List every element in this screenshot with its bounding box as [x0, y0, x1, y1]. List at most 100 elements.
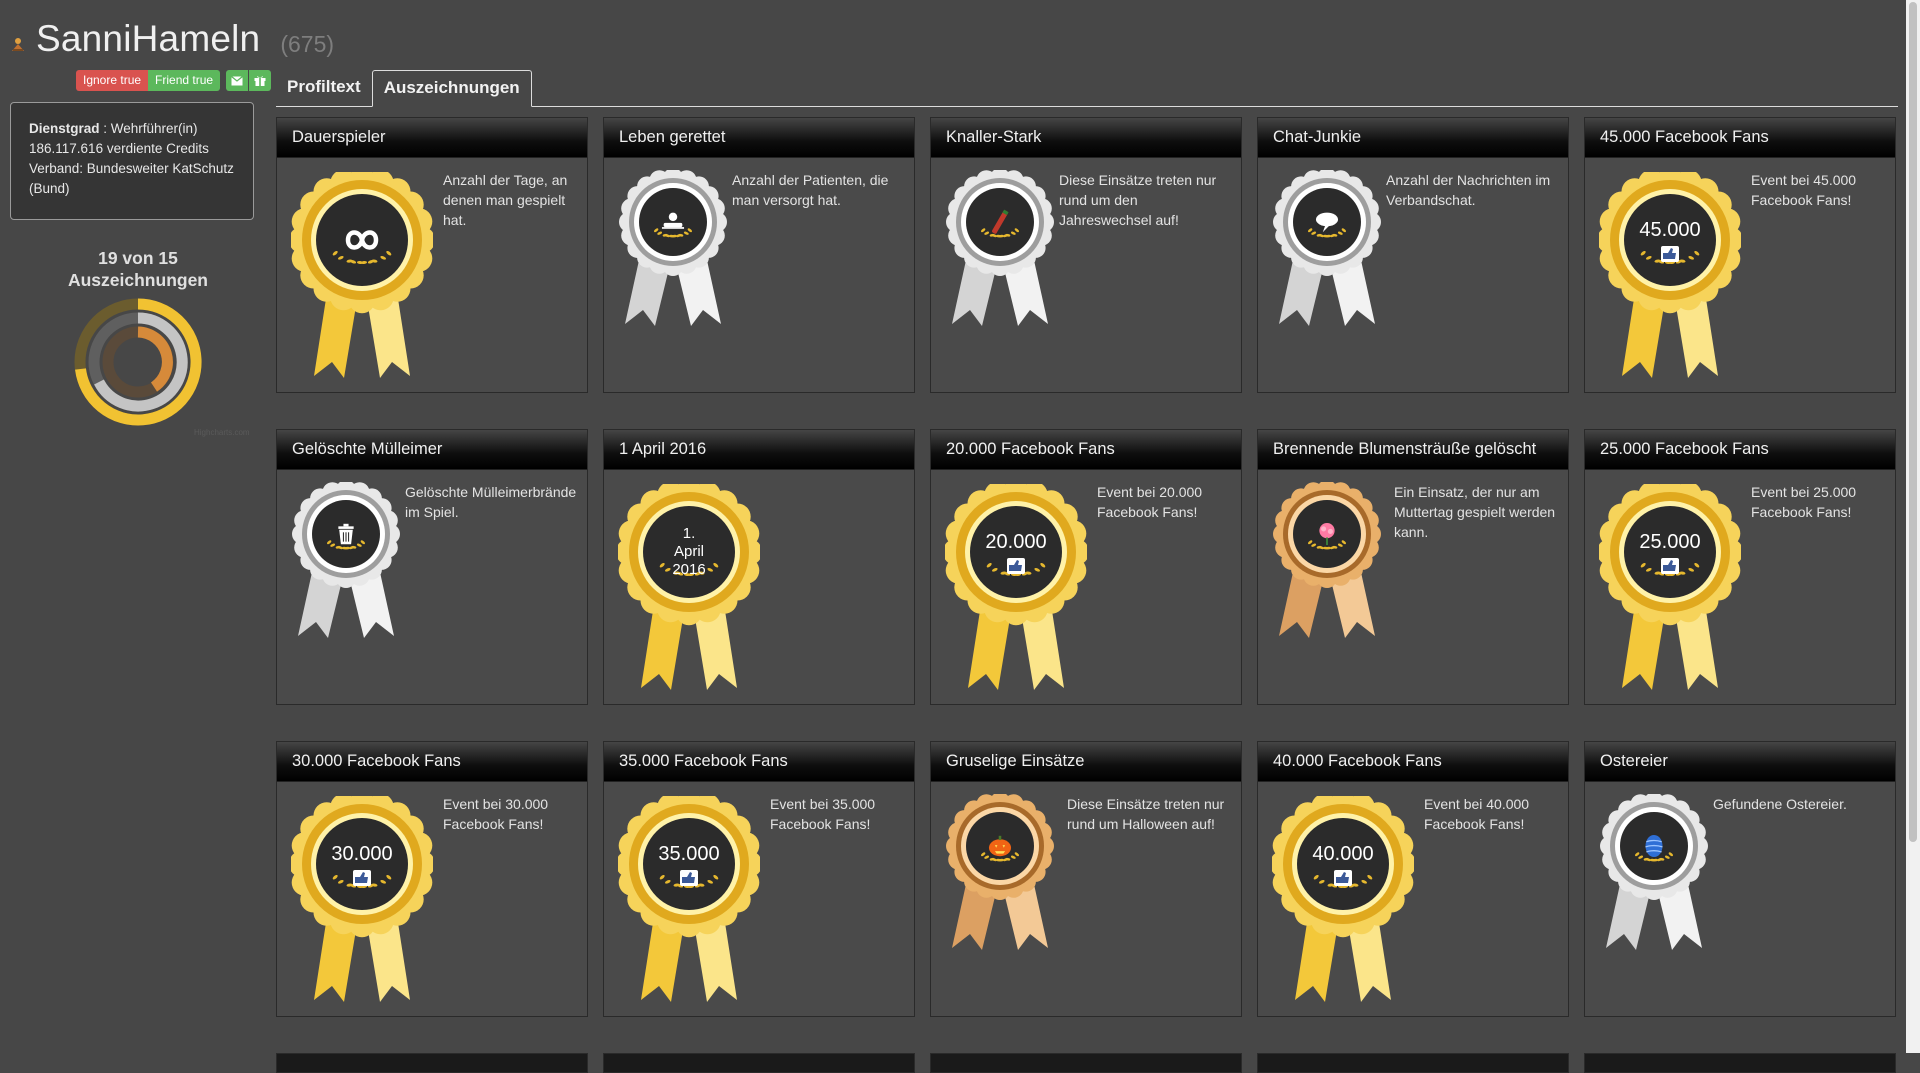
- award-description: Event bei 40.000 Facebook Fans!: [1424, 796, 1530, 832]
- award-medal-trash-icon: [291, 480, 401, 647]
- svg-text:2016: 2016: [672, 561, 705, 578]
- award-medal-thumbs-up-icon: 40.000: [1269, 790, 1417, 1011]
- svg-text:40.000: 40.000: [1312, 843, 1373, 865]
- credits-line: 186.117.616 verdiente Credits: [29, 141, 209, 156]
- award-title: Dauerspieler: [277, 118, 587, 158]
- award-medal-pumpkin-icon: [945, 792, 1055, 959]
- friend-button[interactable]: Friend true: [148, 70, 221, 91]
- award-description: Diese Einsätze treten nur rund um den Ja…: [1059, 172, 1217, 228]
- svg-text:45.000: 45.000: [1639, 219, 1700, 241]
- award-card: 40.000 Facebook Fans 40.000 Event bei 40…: [1257, 741, 1569, 1017]
- profile-header: SanniHameln (675): [10, 14, 334, 64]
- award-card: Gelöschte Mülleimer Gelöschte Mülleimerb…: [276, 429, 588, 705]
- award-card-stub: [1584, 1053, 1896, 1073]
- awards-summary-count: 19 von 15: [98, 248, 178, 268]
- profile-username: SanniHameln: [36, 18, 261, 59]
- award-card: 45.000 Facebook Fans 45.000 Event bei 45…: [1584, 117, 1896, 393]
- ignore-button[interactable]: Ignore true: [76, 70, 149, 91]
- award-card-stub: [276, 1053, 588, 1073]
- award-title: 40.000 Facebook Fans: [1258, 742, 1568, 782]
- award-card: Leben gerettet Anzahl der Patienten, die…: [603, 117, 915, 393]
- awards-donut-chart: [74, 298, 202, 426]
- award-description: Event bei 35.000 Facebook Fans!: [770, 796, 876, 832]
- award-description: Event bei 45.000 Facebook Fans!: [1751, 172, 1857, 208]
- award-medal-thumbs-up-icon: 30.000: [288, 790, 436, 1011]
- award-description: Event bei 30.000 Facebook Fans!: [443, 796, 549, 832]
- profile-tabs: Profiltext Auszeichnungen: [276, 70, 1898, 107]
- award-title: Gelöschte Mülleimer: [277, 430, 587, 470]
- user-rank-icon: [12, 38, 24, 51]
- award-title: Leben gerettet: [604, 118, 914, 158]
- award-card: Brennende Blumensträuße gelöscht Ein Ein…: [1257, 429, 1569, 705]
- rank-label: Dienstgrad: [29, 121, 100, 136]
- award-card-stub: [1257, 1053, 1569, 1073]
- award-description: Anzahl der Patienten, die man versorgt h…: [732, 172, 889, 208]
- award-description: Diese Einsätze treten nur rund um Hallow…: [1067, 796, 1225, 832]
- award-card-stub: [603, 1053, 915, 1073]
- page-scrollbar[interactable]: [1906, 0, 1920, 1053]
- award-medal-easter-egg-icon: [1599, 792, 1709, 959]
- award-title: 35.000 Facebook Fans: [604, 742, 914, 782]
- profile-info-box: Dienstgrad : Wehrführer(in) 186.117.616 …: [10, 102, 254, 220]
- award-card: 20.000 Facebook Fans 20.000 Event bei 20…: [930, 429, 1242, 705]
- award-medal-calendar-icon: 1. April 2016: [615, 478, 763, 699]
- award-title: 45.000 Facebook Fans: [1585, 118, 1895, 158]
- scrollbar-thumb[interactable]: [1909, 2, 1917, 842]
- svg-text:1.: 1.: [683, 525, 696, 542]
- awards-summary-label: Auszeichnungen: [67, 270, 208, 290]
- award-medal-infinity-icon: [288, 166, 436, 387]
- svg-text:April: April: [674, 543, 704, 560]
- envelope-icon: [231, 75, 243, 86]
- award-medal-thumbs-up-icon: 45.000: [1596, 166, 1744, 387]
- award-card-stub: [930, 1053, 1242, 1073]
- award-medal-flower-icon: [1272, 480, 1382, 647]
- award-medal-speech-bubble-icon: [1272, 168, 1382, 335]
- chart-credit: Highcharts.com: [194, 428, 250, 437]
- award-medal-patient-icon: [618, 168, 728, 335]
- awards-summary-title: 19 von 15 Auszeichnungen: [40, 247, 236, 291]
- award-description: Gelöschte Mülleimerbrände im Spiel.: [405, 484, 577, 520]
- message-button[interactable]: [226, 70, 249, 91]
- award-description: Event bei 20.000 Facebook Fans!: [1097, 484, 1203, 520]
- award-card: Gruselige Einsätze Diese Einsätze treten…: [930, 741, 1242, 1017]
- award-title: 25.000 Facebook Fans: [1585, 430, 1895, 470]
- award-title: 20.000 Facebook Fans: [931, 430, 1241, 470]
- award-medal-thumbs-up-icon: 35.000: [615, 790, 763, 1011]
- svg-text:30.000: 30.000: [331, 843, 392, 865]
- tab-auszeichnungen[interactable]: Auszeichnungen: [371, 70, 532, 107]
- alliance-label: Verband:: [29, 161, 87, 176]
- award-title: 1 April 2016: [604, 430, 914, 470]
- award-description: Event bei 25.000 Facebook Fans!: [1751, 484, 1857, 520]
- award-title: Chat-Junkie: [1258, 118, 1568, 158]
- award-description: Anzahl der Nachrichten im Verbandschat.: [1386, 172, 1551, 208]
- rank-line: Dienstgrad : Wehrführer(in): [29, 119, 235, 139]
- award-card: 1 April 2016 1. April 2016: [603, 429, 915, 705]
- award-card: 35.000 Facebook Fans 35.000 Event bei 35…: [603, 741, 915, 1017]
- tab-profiltext[interactable]: Profiltext: [276, 70, 372, 106]
- award-medal-firecracker-icon: [945, 168, 1055, 335]
- gift-icon: [254, 76, 266, 87]
- rank-value: : Wehrführer(in): [99, 121, 198, 136]
- award-description: Gefundene Ostereier.: [1713, 796, 1847, 812]
- award-title: Brennende Blumensträuße gelöscht: [1258, 430, 1568, 470]
- svg-text:20.000: 20.000: [985, 531, 1046, 553]
- gift-button[interactable]: [249, 70, 272, 91]
- profile-count: (675): [280, 30, 335, 57]
- svg-text:35.000: 35.000: [658, 843, 719, 865]
- award-card: 30.000 Facebook Fans 30.000 Event bei 30…: [276, 741, 588, 1017]
- award-title: Ostereier: [1585, 742, 1895, 782]
- svg-text:25.000: 25.000: [1639, 531, 1700, 553]
- profile-actions: Ignore true Friend true: [76, 70, 272, 91]
- award-card: 25.000 Facebook Fans 25.000 Event bei 25…: [1584, 429, 1896, 705]
- alliance-line: Verband: Bundesweiter KatSchutz (Bund): [29, 159, 235, 199]
- award-medal-thumbs-up-icon: 20.000: [942, 478, 1090, 699]
- award-card: Chat-Junkie Anzahl der Nachrichten im Ve…: [1257, 117, 1569, 393]
- award-title: Gruselige Einsätze: [931, 742, 1241, 782]
- award-card: Ostereier Gefundene Ostereier.: [1584, 741, 1896, 1017]
- award-description: Ein Einsatz, der nur am Muttertag gespie…: [1394, 484, 1556, 540]
- award-card: Knaller-Stark Diese Einsätze treten nur …: [930, 117, 1242, 393]
- award-medal-thumbs-up-icon: 25.000: [1596, 478, 1744, 699]
- award-description: Anzahl der Tage, an denen man gespielt h…: [443, 172, 568, 228]
- award-title: Knaller-Stark: [931, 118, 1241, 158]
- award-title: 30.000 Facebook Fans: [277, 742, 587, 782]
